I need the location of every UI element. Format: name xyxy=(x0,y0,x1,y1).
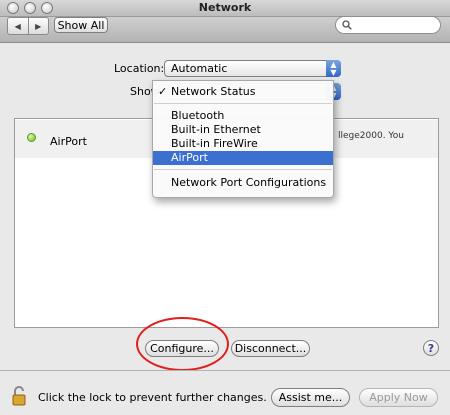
annotation-circle xyxy=(136,317,229,371)
menu-item-built-in-firewire[interactable]: Built-in FireWire xyxy=(153,137,333,151)
lock-text: Click the lock to prevent further change… xyxy=(38,391,267,404)
apply-now-button[interactable]: Apply Now xyxy=(359,388,438,407)
search-field[interactable] xyxy=(335,16,441,34)
forward-button[interactable]: ▶ xyxy=(29,18,49,34)
help-button[interactable]: ? xyxy=(423,340,439,356)
menu-item-bluetooth[interactable]: Bluetooth xyxy=(153,109,333,123)
back-button[interactable]: ◀ xyxy=(8,18,29,34)
assist-me-button[interactable]: Assist me... xyxy=(271,388,350,407)
status-detail: llege2000. You xyxy=(338,131,404,141)
menu-separator xyxy=(154,169,332,170)
search-icon xyxy=(342,20,352,30)
location-value: Automatic xyxy=(171,62,228,75)
menu-separator xyxy=(154,103,332,104)
show-dropdown-menu: ✓ Network Status Bluetooth Built-in Ethe… xyxy=(152,80,334,198)
location-label: Location: xyxy=(114,62,165,75)
location-popup[interactable]: Automatic ▲ ▼ xyxy=(164,60,341,77)
show-all-button[interactable]: Show All xyxy=(54,17,108,33)
lock-icon[interactable] xyxy=(11,386,27,406)
menu-item-network-port-configurations[interactable]: Network Port Configurations xyxy=(153,176,333,190)
port-name: AirPort xyxy=(50,135,87,148)
status-green-icon xyxy=(27,133,36,142)
back-forward-control: ◀ ▶ xyxy=(7,17,49,35)
popup-arrows-icon: ▲▼ xyxy=(326,60,341,77)
divider xyxy=(0,370,450,371)
menu-item-network-status[interactable]: Network Status xyxy=(153,85,333,99)
disconnect-button[interactable]: Disconnect... xyxy=(231,340,310,357)
menu-item-built-in-ethernet[interactable]: Built-in Ethernet xyxy=(153,123,333,137)
toolbar: ◀ ▶ Show All xyxy=(0,16,450,43)
title-bar: Network xyxy=(0,0,450,17)
window-title: Network xyxy=(198,1,252,14)
menu-item-airport[interactable]: AirPort xyxy=(153,151,333,165)
